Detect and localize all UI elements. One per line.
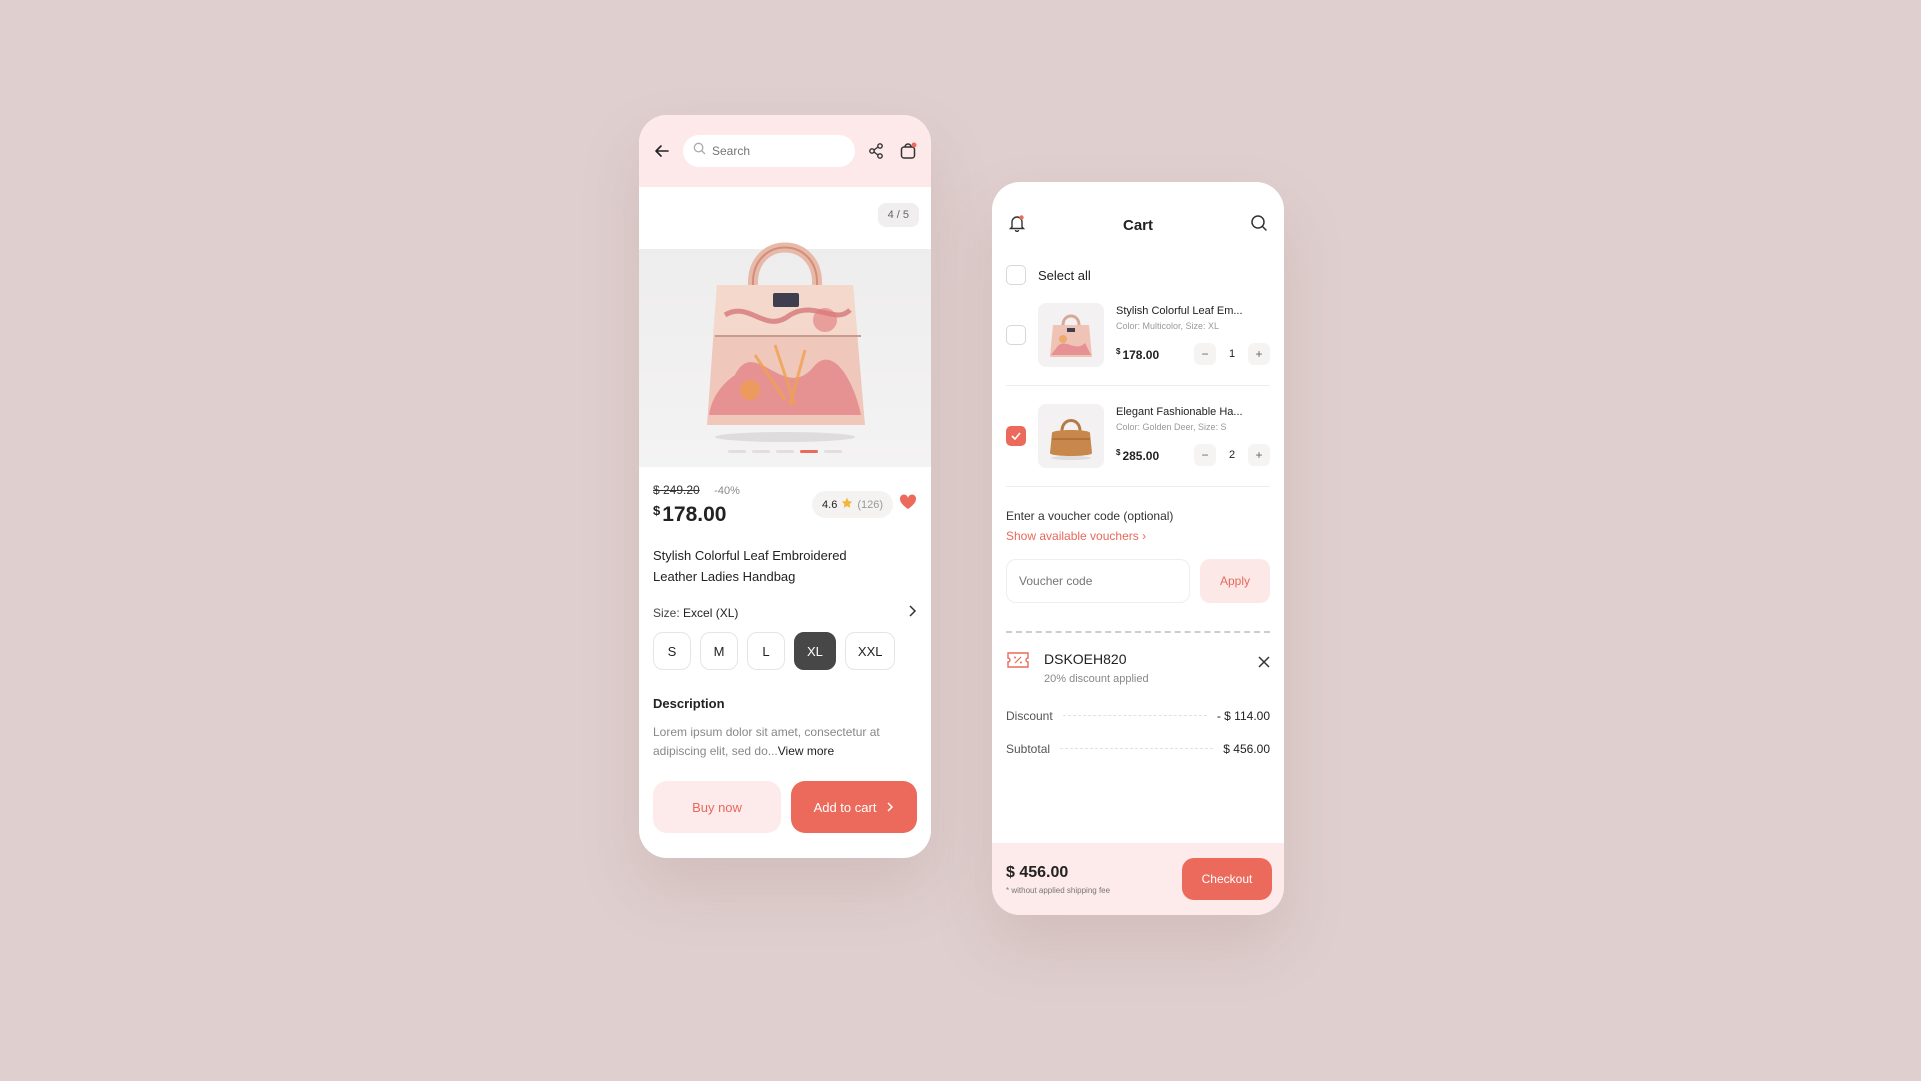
select-all-label: Select all [1038, 267, 1091, 283]
subtotal-label: Subtotal [1006, 741, 1051, 756]
cart-item: Stylish Colorful Leaf Em... Color: Multi… [1006, 285, 1270, 386]
voucher-ticket-icon [1006, 651, 1030, 674]
description-text: Lorem ipsum dolor sit amet, consectetur … [653, 725, 880, 758]
quantity-stepper: − 1 + [1194, 343, 1270, 365]
cart-screen: Cart Select all Stylish Colorful Leaf Em… [992, 182, 1284, 915]
subtotal-value: $ 456.00 [1223, 741, 1270, 756]
view-more-link[interactable]: View more [778, 744, 834, 758]
discount-row: Discount - $ 114.00 [1006, 699, 1270, 732]
cart-item-price: $285.00 [1116, 447, 1160, 463]
discount-value: - $ 114.00 [1216, 708, 1270, 723]
search-input[interactable] [712, 144, 845, 158]
quantity-stepper: − 2 + [1194, 444, 1270, 466]
search-bar[interactable] [683, 135, 855, 167]
rating-pill[interactable]: 4.6 (126) [812, 491, 893, 518]
voucher-label: Enter a voucher code (optional) [1006, 509, 1174, 523]
applied-voucher: DSKOEH820 20% discount applied [1006, 651, 1270, 685]
search-icon[interactable] [1250, 214, 1268, 237]
product-image-gallery[interactable]: 4 / 5 [639, 187, 931, 467]
buy-now-button[interactable]: Buy now [653, 781, 781, 833]
rating-count: (126) [857, 498, 883, 511]
back-arrow-icon[interactable] [651, 140, 673, 162]
size-option-s[interactable]: S [653, 632, 691, 670]
subtotal-row: Subtotal $ 456.00 [1006, 732, 1270, 765]
size-options: S M L XL XXL [653, 632, 917, 670]
decrement-button[interactable]: − [1194, 343, 1216, 365]
share-icon[interactable] [865, 140, 887, 162]
cart-item-name: Elegant Fashionable Ha... [1116, 406, 1243, 418]
product-header [639, 115, 931, 187]
increment-button[interactable]: + [1248, 343, 1270, 365]
cart-footer: $ 456.00 * without applied shipping fee … [992, 843, 1284, 915]
quantity-value: 1 [1228, 348, 1236, 360]
size-option-xl[interactable]: XL [794, 632, 836, 670]
cart-item-checkbox[interactable] [1006, 325, 1026, 345]
discount-label: Discount [1006, 708, 1053, 723]
cart-item-image [1038, 303, 1104, 367]
decrement-button[interactable]: − [1194, 444, 1216, 466]
heart-icon[interactable] [899, 494, 917, 515]
size-value: Excel (XL) [683, 605, 739, 620]
quantity-value: 2 [1228, 449, 1236, 461]
apply-voucher-button[interactable]: Apply [1200, 559, 1270, 603]
search-icon [693, 142, 706, 160]
chevron-right-icon [907, 605, 917, 620]
cart-item-meta: Color: Multicolor, Size: XL [1116, 321, 1220, 331]
shipping-note: * without applied shipping fee [1006, 885, 1111, 895]
cart-item-name: Stylish Colorful Leaf Em... [1116, 305, 1243, 317]
image-counter: 4 / 5 [877, 203, 919, 227]
star-icon [841, 497, 853, 512]
select-all-checkbox[interactable] [1006, 265, 1026, 285]
original-price: $ 249.20 [653, 483, 700, 497]
carousel-dot[interactable] [776, 450, 794, 453]
select-all-row[interactable]: Select all [1006, 265, 1270, 285]
bell-icon[interactable] [1008, 214, 1026, 237]
carousel-dot[interactable] [800, 450, 818, 453]
voucher-description: 20% discount applied [1044, 673, 1149, 685]
size-option-xxl[interactable]: XXL [844, 632, 896, 670]
voucher-code-input[interactable] [1006, 559, 1190, 603]
close-icon[interactable] [1258, 655, 1270, 673]
cart-title: Cart [1122, 217, 1153, 234]
checkmark-icon [1011, 432, 1021, 440]
chevron-right-icon [886, 800, 894, 815]
carousel-dot[interactable] [824, 450, 842, 453]
increment-button[interactable]: + [1248, 444, 1270, 466]
product-image [695, 215, 875, 450]
cart-item-image [1038, 404, 1104, 468]
voucher-code: DSKOEH820 [1044, 651, 1127, 667]
cart-item-price: $178.00 [1116, 346, 1160, 362]
size-label: Size: [653, 605, 680, 620]
description-heading: Description [653, 696, 725, 711]
cart-item: Elegant Fashionable Ha... Color: Golden … [1006, 386, 1270, 487]
product-detail-screen: 4 / 5 $ 249.20 [639, 115, 931, 858]
rating-value: 4.6 [822, 498, 838, 511]
cart-item-meta: Color: Golden Deer, Size: S [1116, 422, 1227, 432]
add-to-cart-button[interactable]: Add to cart [791, 781, 917, 833]
chevron-right-icon: › [1142, 529, 1147, 543]
carousel-dot[interactable] [728, 450, 746, 453]
current-price: $178.00 [653, 503, 727, 526]
size-option-m[interactable]: M [700, 632, 738, 670]
discount-badge: -40% [714, 485, 740, 497]
size-option-l[interactable]: L [747, 632, 785, 670]
carousel-dots[interactable] [728, 450, 842, 453]
divider [1006, 631, 1270, 633]
show-vouchers-link[interactable]: Show available vouchers › [1006, 529, 1270, 543]
shopping-bag-icon[interactable] [897, 140, 919, 162]
size-selector-header[interactable]: Size: Excel (XL) [653, 605, 917, 620]
checkout-button[interactable]: Checkout [1182, 858, 1272, 900]
cart-item-checkbox[interactable] [1006, 426, 1026, 446]
carousel-dot[interactable] [752, 450, 770, 453]
cart-total: $ 456.00 [1006, 863, 1069, 881]
product-title: Stylish Colorful Leaf Embroidered Leathe… [653, 548, 847, 584]
